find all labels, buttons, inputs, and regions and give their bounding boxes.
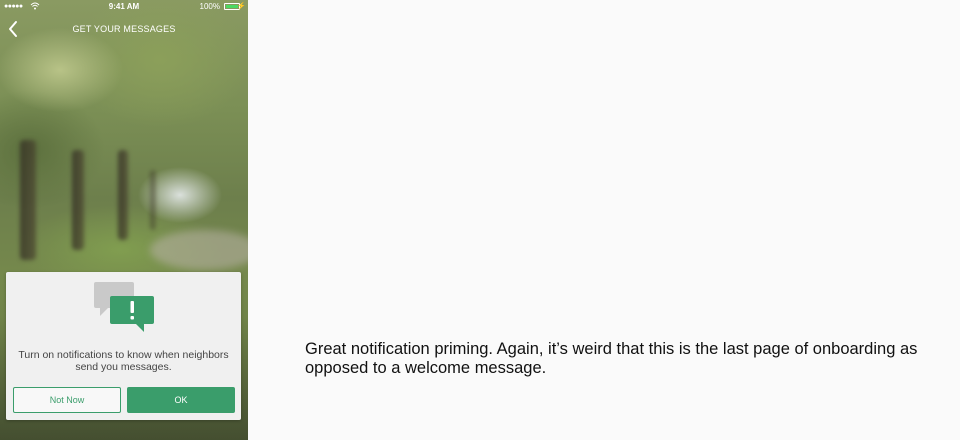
background-path xyxy=(150,230,248,270)
status-bar: ●●●●● 9:41 AM 100% ⚡ xyxy=(0,0,248,14)
phone-screen: ●●●●● 9:41 AM 100% ⚡ GET YOUR MESSAGES T… xyxy=(0,0,248,440)
charging-icon: ⚡ xyxy=(237,3,246,10)
page: ●●●●● 9:41 AM 100% ⚡ GET YOUR MESSAGES T… xyxy=(0,0,960,440)
background-tree-trunk xyxy=(118,150,128,240)
background-tree-trunk xyxy=(20,140,36,260)
notification-prompt-card: Turn on notifications to know when neigh… xyxy=(6,272,241,420)
chat-bubbles-alert-icon xyxy=(92,280,156,332)
nav-bar: GET YOUR MESSAGES xyxy=(0,16,248,42)
annotation-comment: Great notification priming. Again, it’s … xyxy=(305,340,918,377)
background-tree-trunk xyxy=(150,170,156,230)
page-title: GET YOUR MESSAGES xyxy=(72,24,176,34)
not-now-button[interactable]: Not Now xyxy=(13,387,121,413)
battery-percent: 100% xyxy=(199,2,220,11)
background-tree-trunk xyxy=(72,150,84,250)
ok-button[interactable]: OK xyxy=(127,387,235,413)
notification-message: Turn on notifications to know when neigh… xyxy=(18,349,229,373)
battery-fill xyxy=(226,5,238,8)
